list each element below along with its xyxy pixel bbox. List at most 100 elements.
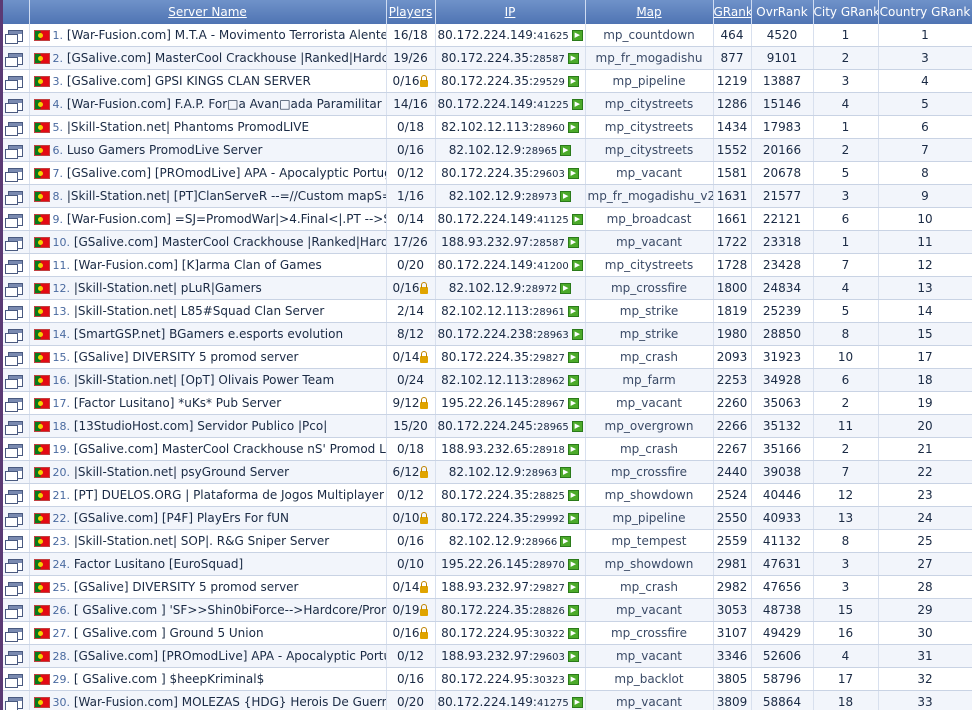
server-name-link[interactable]: [GSalive] DIVERSITY 5 promod server [74, 580, 299, 594]
server-name-cell[interactable]: 30. [War-Fusion.com] MOLEZAS {HDG} Heroi… [29, 690, 387, 710]
server-name-cell[interactable]: 28. [GSalive.com] [PROmodLive] APA - Apo… [29, 644, 387, 668]
table-row[interactable]: 23. |Skill-Station.net| SOP|. R&G Sniper… [3, 529, 972, 553]
connect-icon[interactable]: ▶ [571, 30, 583, 41]
server-name-link[interactable]: |Skill-Station.net| L85#Squad Clan Serve… [74, 304, 324, 318]
server-name-cell[interactable]: 7. [GSalive.com] [PROmodLive] APA - Apoc… [29, 161, 387, 185]
server-name-link[interactable]: [Factor Lusitano] *uKs* Pub Server [74, 396, 281, 410]
server-name-cell[interactable]: 24. Factor Lusitano [EuroSquad] [29, 552, 387, 576]
open-window-icon[interactable] [5, 98, 24, 113]
open-window-cell[interactable] [3, 667, 30, 691]
server-name-cell[interactable]: 3. [GSalive.com] GPSI KINGS CLAN SERVER [29, 69, 387, 93]
table-row[interactable]: 21. [PT] DUELOS.ORG | Plataforma de Jogo… [3, 483, 972, 507]
open-window-cell[interactable] [3, 460, 30, 484]
server-name-link[interactable]: [GSalive.com] MasterCool Crackhouse |Ran… [74, 235, 385, 249]
table-row[interactable]: 10. [GSalive.com] MasterCool Crackhouse … [3, 230, 972, 254]
open-window-icon[interactable] [5, 282, 24, 297]
server-name-link[interactable]: [War-Fusion.com] F.A.P. For□a Avan□ada P… [67, 97, 382, 111]
server-name-link[interactable]: Factor Lusitano [EuroSquad] [74, 557, 243, 571]
open-window-icon[interactable] [5, 466, 24, 481]
open-window-cell[interactable] [3, 69, 30, 93]
server-name-cell[interactable]: 15. [GSalive] DIVERSITY 5 promod server [29, 345, 387, 369]
open-window-cell[interactable] [3, 138, 30, 162]
connect-icon[interactable]: ▶ [567, 122, 579, 133]
connect-icon[interactable]: ▶ [567, 490, 579, 501]
server-name-link[interactable]: [GSalive.com] GPSI KINGS CLAN SERVER [67, 74, 311, 88]
open-window-cell[interactable] [3, 483, 30, 507]
server-name-cell[interactable]: 4. [War-Fusion.com] F.A.P. For□a Avan□ad… [29, 92, 387, 116]
open-window-icon[interactable] [5, 167, 24, 182]
open-window-cell[interactable] [3, 345, 30, 369]
server-name-link[interactable]: [ GSalive.com ] 'SF>>Shin0biForce-->Hard… [74, 603, 385, 617]
open-window-cell[interactable] [3, 506, 30, 530]
open-window-icon[interactable] [5, 673, 24, 688]
open-window-cell[interactable] [3, 322, 30, 346]
connect-icon[interactable]: ▶ [567, 168, 579, 179]
open-window-cell[interactable] [3, 276, 30, 300]
table-row[interactable]: 25. [GSalive] DIVERSITY 5 promod server 0… [3, 575, 972, 599]
open-window-cell[interactable] [3, 690, 30, 710]
open-window-icon[interactable] [5, 75, 24, 90]
open-window-icon[interactable] [5, 604, 24, 619]
open-window-icon[interactable] [5, 351, 24, 366]
server-name-link[interactable]: [PT] DUELOS.ORG | Plataforma de Jogos Mu… [74, 488, 384, 502]
open-window-icon[interactable] [5, 29, 24, 44]
table-row[interactable]: 19. [GSalive.com] MasterCool Crackhouse … [3, 437, 972, 461]
table-row[interactable]: 6. Luso Gamers PromodLive Server 0/16 82.1… [3, 138, 972, 162]
table-row[interactable]: 22. [GSalive.com] [P4F] PlayErs For fUN 0… [3, 506, 972, 530]
open-window-cell[interactable] [3, 529, 30, 553]
open-window-icon[interactable] [5, 420, 24, 435]
server-name-link[interactable]: [ GSalive.com ] $heepKriminal$ [74, 672, 264, 686]
header-server-name[interactable]: Server Name [29, 0, 387, 24]
server-name-link[interactable]: |Skill-Station.net| Phantoms PromodLIVE [67, 120, 309, 134]
connect-icon[interactable]: ▶ [560, 191, 572, 202]
open-window-icon[interactable] [5, 144, 24, 159]
open-window-cell[interactable] [3, 414, 30, 438]
table-row[interactable]: 7. [GSalive.com] [PROmodLive] APA - Apoc… [3, 161, 972, 185]
table-row[interactable]: 2. [GSalive.com] MasterCool Crackhouse |… [3, 46, 972, 70]
server-name-cell[interactable]: 11. [War-Fusion.com] [K]arma Clan of Gam… [29, 253, 387, 277]
table-row[interactable]: 20. |Skill-Station.net| psyGround Server… [3, 460, 972, 484]
server-name-cell[interactable]: 12. |Skill-Station.net| pLuR|Gamers [29, 276, 387, 300]
open-window-cell[interactable] [3, 46, 30, 70]
table-row[interactable]: 16. |Skill-Station.net| [OpT] Olivais Po… [3, 368, 972, 392]
open-window-cell[interactable] [3, 299, 30, 323]
table-row[interactable]: 17. [Factor Lusitano] *uKs* Pub Server 9/… [3, 391, 972, 415]
connect-icon[interactable]: ▶ [567, 559, 579, 570]
server-name-link[interactable]: [ GSalive.com ] Ground 5 Union [74, 626, 264, 640]
connect-icon[interactable]: ▶ [567, 53, 579, 64]
open-window-cell[interactable] [3, 92, 30, 116]
server-name-cell[interactable]: 26. [ GSalive.com ] 'SF>>Shin0biForce-->… [29, 598, 387, 622]
server-name-cell[interactable]: 6. Luso Gamers PromodLive Server [29, 138, 387, 162]
open-window-cell[interactable] [3, 207, 30, 231]
server-name-link[interactable]: |Skill-Station.net| pLuR|Gamers [74, 281, 262, 295]
connect-icon[interactable]: ▶ [571, 329, 583, 340]
open-window-cell[interactable] [3, 437, 30, 461]
open-window-cell[interactable] [3, 552, 30, 576]
server-name-link[interactable]: [GSalive.com] [PROmodLive] APA - Apocaly… [67, 166, 385, 180]
connect-icon[interactable]: ▶ [567, 237, 579, 248]
server-name-cell[interactable]: 10. [GSalive.com] MasterCool Crackhouse … [29, 230, 387, 254]
open-window-icon[interactable] [5, 443, 24, 458]
table-row[interactable]: 12. |Skill-Station.net| pLuR|Gamers 0/16 8… [3, 276, 972, 300]
server-name-cell[interactable]: 5. |Skill-Station.net| Phantoms PromodLI… [29, 115, 387, 139]
table-row[interactable]: 3. [GSalive.com] GPSI KINGS CLAN SERVER 0… [3, 69, 972, 93]
server-name-link[interactable]: [GSalive] DIVERSITY 5 promod server [74, 350, 299, 364]
table-row[interactable]: 24. Factor Lusitano [EuroSquad] 0/10 195.2… [3, 552, 972, 576]
open-window-cell[interactable] [3, 368, 30, 392]
table-row[interactable]: 14. [SmartGSP.net] BGamers e.esports evo… [3, 322, 972, 346]
open-window-icon[interactable] [5, 489, 24, 504]
open-window-cell[interactable] [3, 24, 30, 47]
server-name-link[interactable]: |Skill-Station.net| [OpT] Olivais Power … [74, 373, 334, 387]
server-name-cell[interactable]: 18. [13StudioHost.com] Servidor Publico … [29, 414, 387, 438]
server-name-link[interactable]: [GSalive.com] MasterCool Crackhouse |Ran… [67, 51, 385, 65]
table-row[interactable]: 4. [War-Fusion.com] F.A.P. For□a Avan□ad… [3, 92, 972, 116]
table-row[interactable]: 13. |Skill-Station.net| L85#Squad Clan S… [3, 299, 972, 323]
server-name-link[interactable]: Luso Gamers PromodLive Server [67, 143, 263, 157]
server-name-link[interactable]: |Skill-Station.net| SOP|. R&G Sniper Ser… [74, 534, 329, 548]
open-window-icon[interactable] [5, 650, 24, 665]
server-name-link[interactable]: [SmartGSP.net] BGamers e.esports evoluti… [74, 327, 343, 341]
open-window-cell[interactable] [3, 161, 30, 185]
open-window-icon[interactable] [5, 236, 24, 251]
server-name-cell[interactable]: 13. |Skill-Station.net| L85#Squad Clan S… [29, 299, 387, 323]
open-window-cell[interactable] [3, 621, 30, 645]
